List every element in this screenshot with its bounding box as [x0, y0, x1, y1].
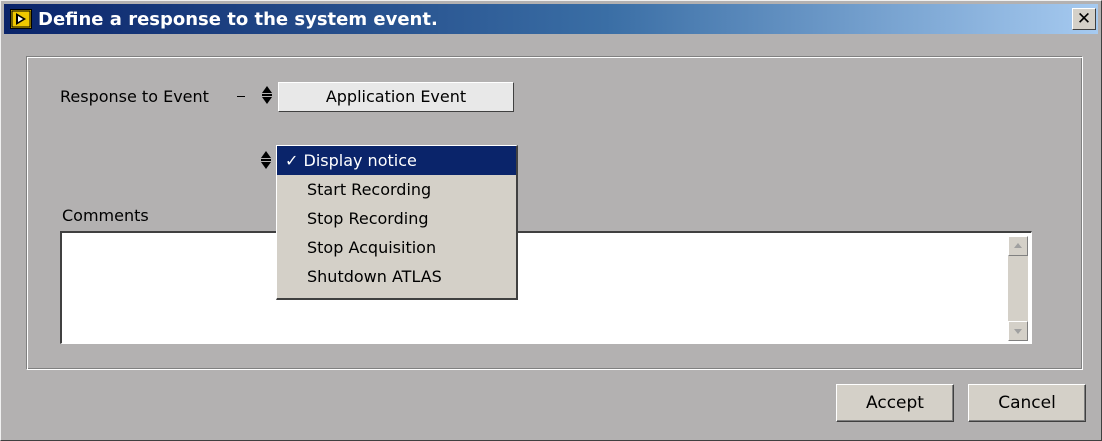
spinner-down-icon[interactable]	[261, 162, 271, 169]
spinner-up-icon[interactable]	[262, 86, 272, 93]
menu-item-display-notice[interactable]: ✓ Display notice	[277, 146, 516, 175]
close-button[interactable]: ✕	[1072, 8, 1096, 30]
scroll-down-icon	[1014, 329, 1022, 334]
menu-item-stop-recording[interactable]: Stop Recording	[277, 204, 516, 233]
menu-item-shutdown-atlas[interactable]: Shutdown ATLAS	[277, 262, 516, 291]
response-spinner-icon[interactable]	[261, 149, 272, 173]
labview-run-icon	[10, 9, 32, 29]
group-label: Response to Event	[60, 87, 209, 106]
comments-scrollbar[interactable]	[1008, 236, 1028, 341]
window-title: Define a response to the system event.	[38, 9, 438, 30]
menu-item-start-recording[interactable]: Start Recording	[277, 175, 516, 204]
spinner-divider	[262, 94, 272, 96]
scroll-up-icon	[1014, 243, 1022, 248]
cancel-button[interactable]: Cancel	[968, 384, 1086, 422]
group-label-dash	[237, 96, 245, 97]
event-type-ring[interactable]: Application Event	[278, 82, 514, 112]
close-icon: ✕	[1076, 9, 1092, 29]
event-spinner-icon[interactable]	[262, 84, 273, 108]
response-dropdown-menu: ✓ Display notice Start Recording Stop Re…	[276, 145, 518, 300]
menu-item-stop-acquisition[interactable]: Stop Acquisition	[277, 233, 516, 262]
scroll-up-button[interactable]	[1008, 236, 1028, 256]
spinner-down-icon[interactable]	[262, 97, 272, 104]
scroll-down-button[interactable]	[1008, 321, 1028, 341]
spinner-up-icon[interactable]	[261, 151, 271, 158]
title-bar[interactable]: Define a response to the system event. ✕	[4, 4, 1098, 34]
spinner-divider	[261, 159, 271, 161]
comments-label: Comments	[62, 206, 149, 225]
accept-button[interactable]: Accept	[836, 384, 954, 422]
comments-textarea[interactable]	[60, 231, 1032, 344]
